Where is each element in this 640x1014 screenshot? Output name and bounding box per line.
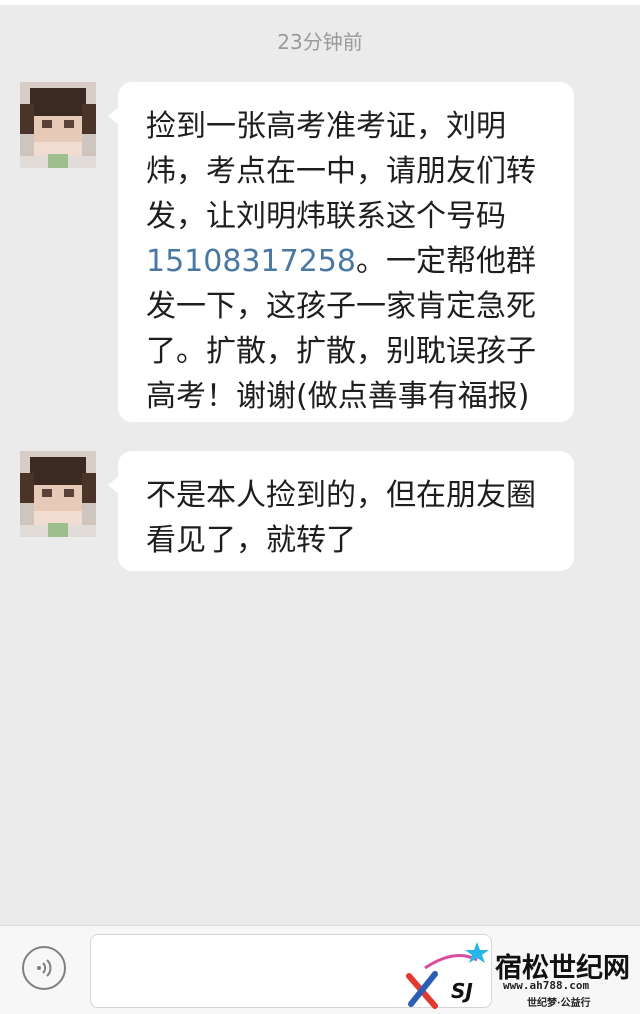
bubble-tail: [108, 475, 120, 495]
phone-number-link[interactable]: 15108317258: [146, 244, 356, 279]
watermark-url: www.ah788.com: [503, 979, 590, 992]
bubble-tail: [108, 106, 120, 126]
message-bubble[interactable]: 捡到一张高考准考证，刘明炜，考点在一中，请朋友们转发，让刘明炜联系这个号码 151…: [108, 82, 574, 422]
message-timestamp: 23分钟前: [277, 30, 363, 54]
watermark: SJ 宿松世纪网 www.ah788.com 世纪梦·公益行: [405, 938, 640, 1013]
message-bubble[interactable]: 不是本人捡到的，但在朋友圈看见了，就转了: [108, 451, 574, 571]
watermark-slogan: 世纪梦·公益行: [527, 998, 591, 1009]
message-text: 不是本人捡到的，但在朋友圈看见了，就转了: [146, 478, 536, 558]
avatar[interactable]: [20, 451, 96, 537]
voice-input-icon[interactable]: [22, 946, 66, 990]
avatar[interactable]: [20, 82, 96, 168]
message-text: 捡到一张高考准考证，刘明炜，考点在一中，请朋友们转发，让刘明炜联系这个号码: [146, 109, 536, 234]
top-divider: [0, 0, 640, 5]
logo-letters: SJ: [451, 979, 473, 1003]
site-logo-icon: SJ: [406, 942, 489, 1009]
